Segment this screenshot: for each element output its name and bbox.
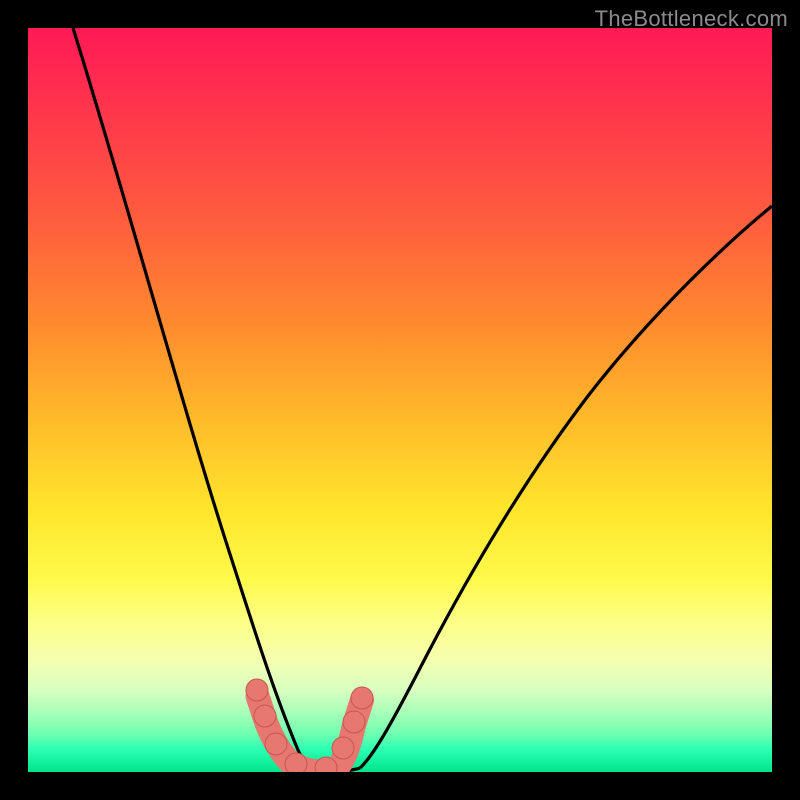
chart-svg [28, 28, 772, 772]
outer-frame: TheBottleneck.com [0, 0, 800, 800]
curve-left [73, 28, 318, 770]
plot-area [28, 28, 772, 772]
curve-right [360, 206, 772, 768]
watermark-text: TheBottleneck.com [595, 6, 788, 32]
